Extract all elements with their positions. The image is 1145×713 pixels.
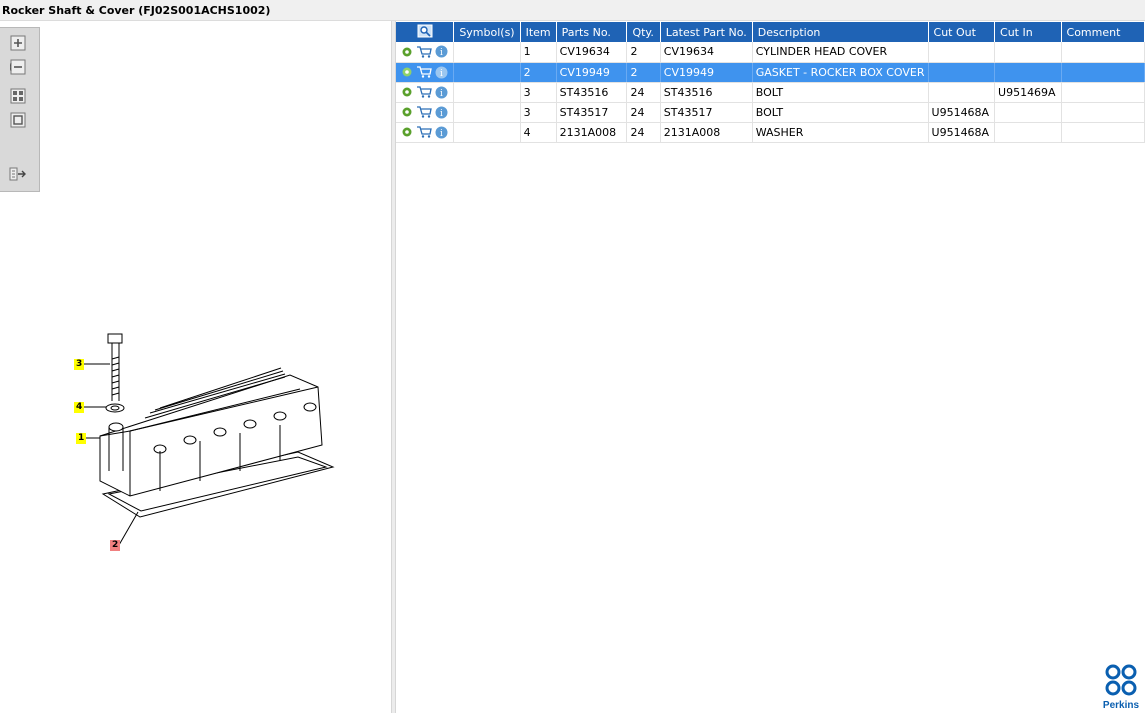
perkins-logo: Perkins <box>1099 663 1143 711</box>
column-header-cut-in[interactable]: Cut In <box>994 22 1062 42</box>
find-part-icon[interactable] <box>417 24 433 38</box>
info-icon[interactable]: i <box>435 106 448 119</box>
callout-4[interactable]: 4 <box>74 402 85 413</box>
callout-1[interactable]: 1 <box>76 433 87 444</box>
svg-text:i: i <box>440 129 443 139</box>
column-header-comment[interactable]: Comment <box>1061 22 1145 42</box>
svg-text:i: i <box>440 48 443 58</box>
title-bar: Rocker Shaft & Cover (FJ02S001ACHS1002) <box>0 0 1145 21</box>
gear-icon[interactable] <box>401 46 413 58</box>
info-icon[interactable]: i <box>435 45 448 58</box>
info-icon[interactable]: i <box>435 66 448 79</box>
parts-table: Symbol(s) Item Parts No. Qty. Latest Par… <box>396 22 1145 143</box>
column-header-symbols[interactable]: Symbol(s) <box>453 22 521 42</box>
callout-2[interactable]: 2 <box>110 540 121 551</box>
table-header: Symbol(s) Item Parts No. Qty. Latest Par… <box>396 22 1145 42</box>
table-row[interactable]: i 4 2131A008 24 2131A008 WASHER U951468A <box>396 122 1145 143</box>
column-header-item[interactable]: Item <box>520 22 557 42</box>
column-header-qty[interactable]: Qty. <box>626 22 661 42</box>
column-header-actions[interactable] <box>396 22 455 42</box>
gear-icon[interactable] <box>401 66 413 78</box>
info-icon[interactable]: i <box>435 86 448 99</box>
table-row[interactable]: i 3 ST43517 24 ST43517 BOLT U951468A <box>396 102 1145 123</box>
cart-icon[interactable] <box>416 66 432 78</box>
svg-text:i: i <box>440 69 443 79</box>
column-header-latest-part-no[interactable]: Latest Part No. <box>660 22 753 42</box>
table-row[interactable]: i 1 CV19634 2 CV19634 CYLINDER HEAD COVE… <box>396 42 1145 63</box>
column-header-cut-out[interactable]: Cut Out <box>928 22 996 42</box>
info-icon[interactable]: i <box>435 126 448 139</box>
window-title: Rocker Shaft & Cover (FJ02S001ACHS1002) <box>2 4 271 17</box>
svg-text:i: i <box>440 89 443 99</box>
column-header-description[interactable]: Description <box>752 22 929 42</box>
gear-icon[interactable] <box>401 106 413 118</box>
gear-icon[interactable] <box>401 86 413 98</box>
cart-icon[interactable] <box>416 46 432 58</box>
gear-icon[interactable] <box>401 126 413 138</box>
brand-name: Perkins <box>1102 700 1140 711</box>
table-row-selected[interactable]: i 2 CV19949 2 CV19949 GASKET - ROCKER BO… <box>396 62 1145 83</box>
illustration-pane[interactable]: 3 4 1 2 <box>0 21 391 713</box>
callout-3[interactable]: 3 <box>74 359 85 370</box>
cart-icon[interactable] <box>416 126 432 138</box>
svg-text:i: i <box>440 109 443 119</box>
perkins-logo-mark-icon <box>1105 664 1137 696</box>
table-row[interactable]: i 3 ST43516 24 ST43516 BOLT U951469A <box>396 82 1145 103</box>
column-header-parts-no[interactable]: Parts No. <box>556 22 628 42</box>
exploded-parts-diagram <box>84 333 335 546</box>
cart-icon[interactable] <box>416 86 432 98</box>
cart-icon[interactable] <box>416 106 432 118</box>
parts-list-pane: Symbol(s) Item Parts No. Qty. Latest Par… <box>396 21 1145 713</box>
